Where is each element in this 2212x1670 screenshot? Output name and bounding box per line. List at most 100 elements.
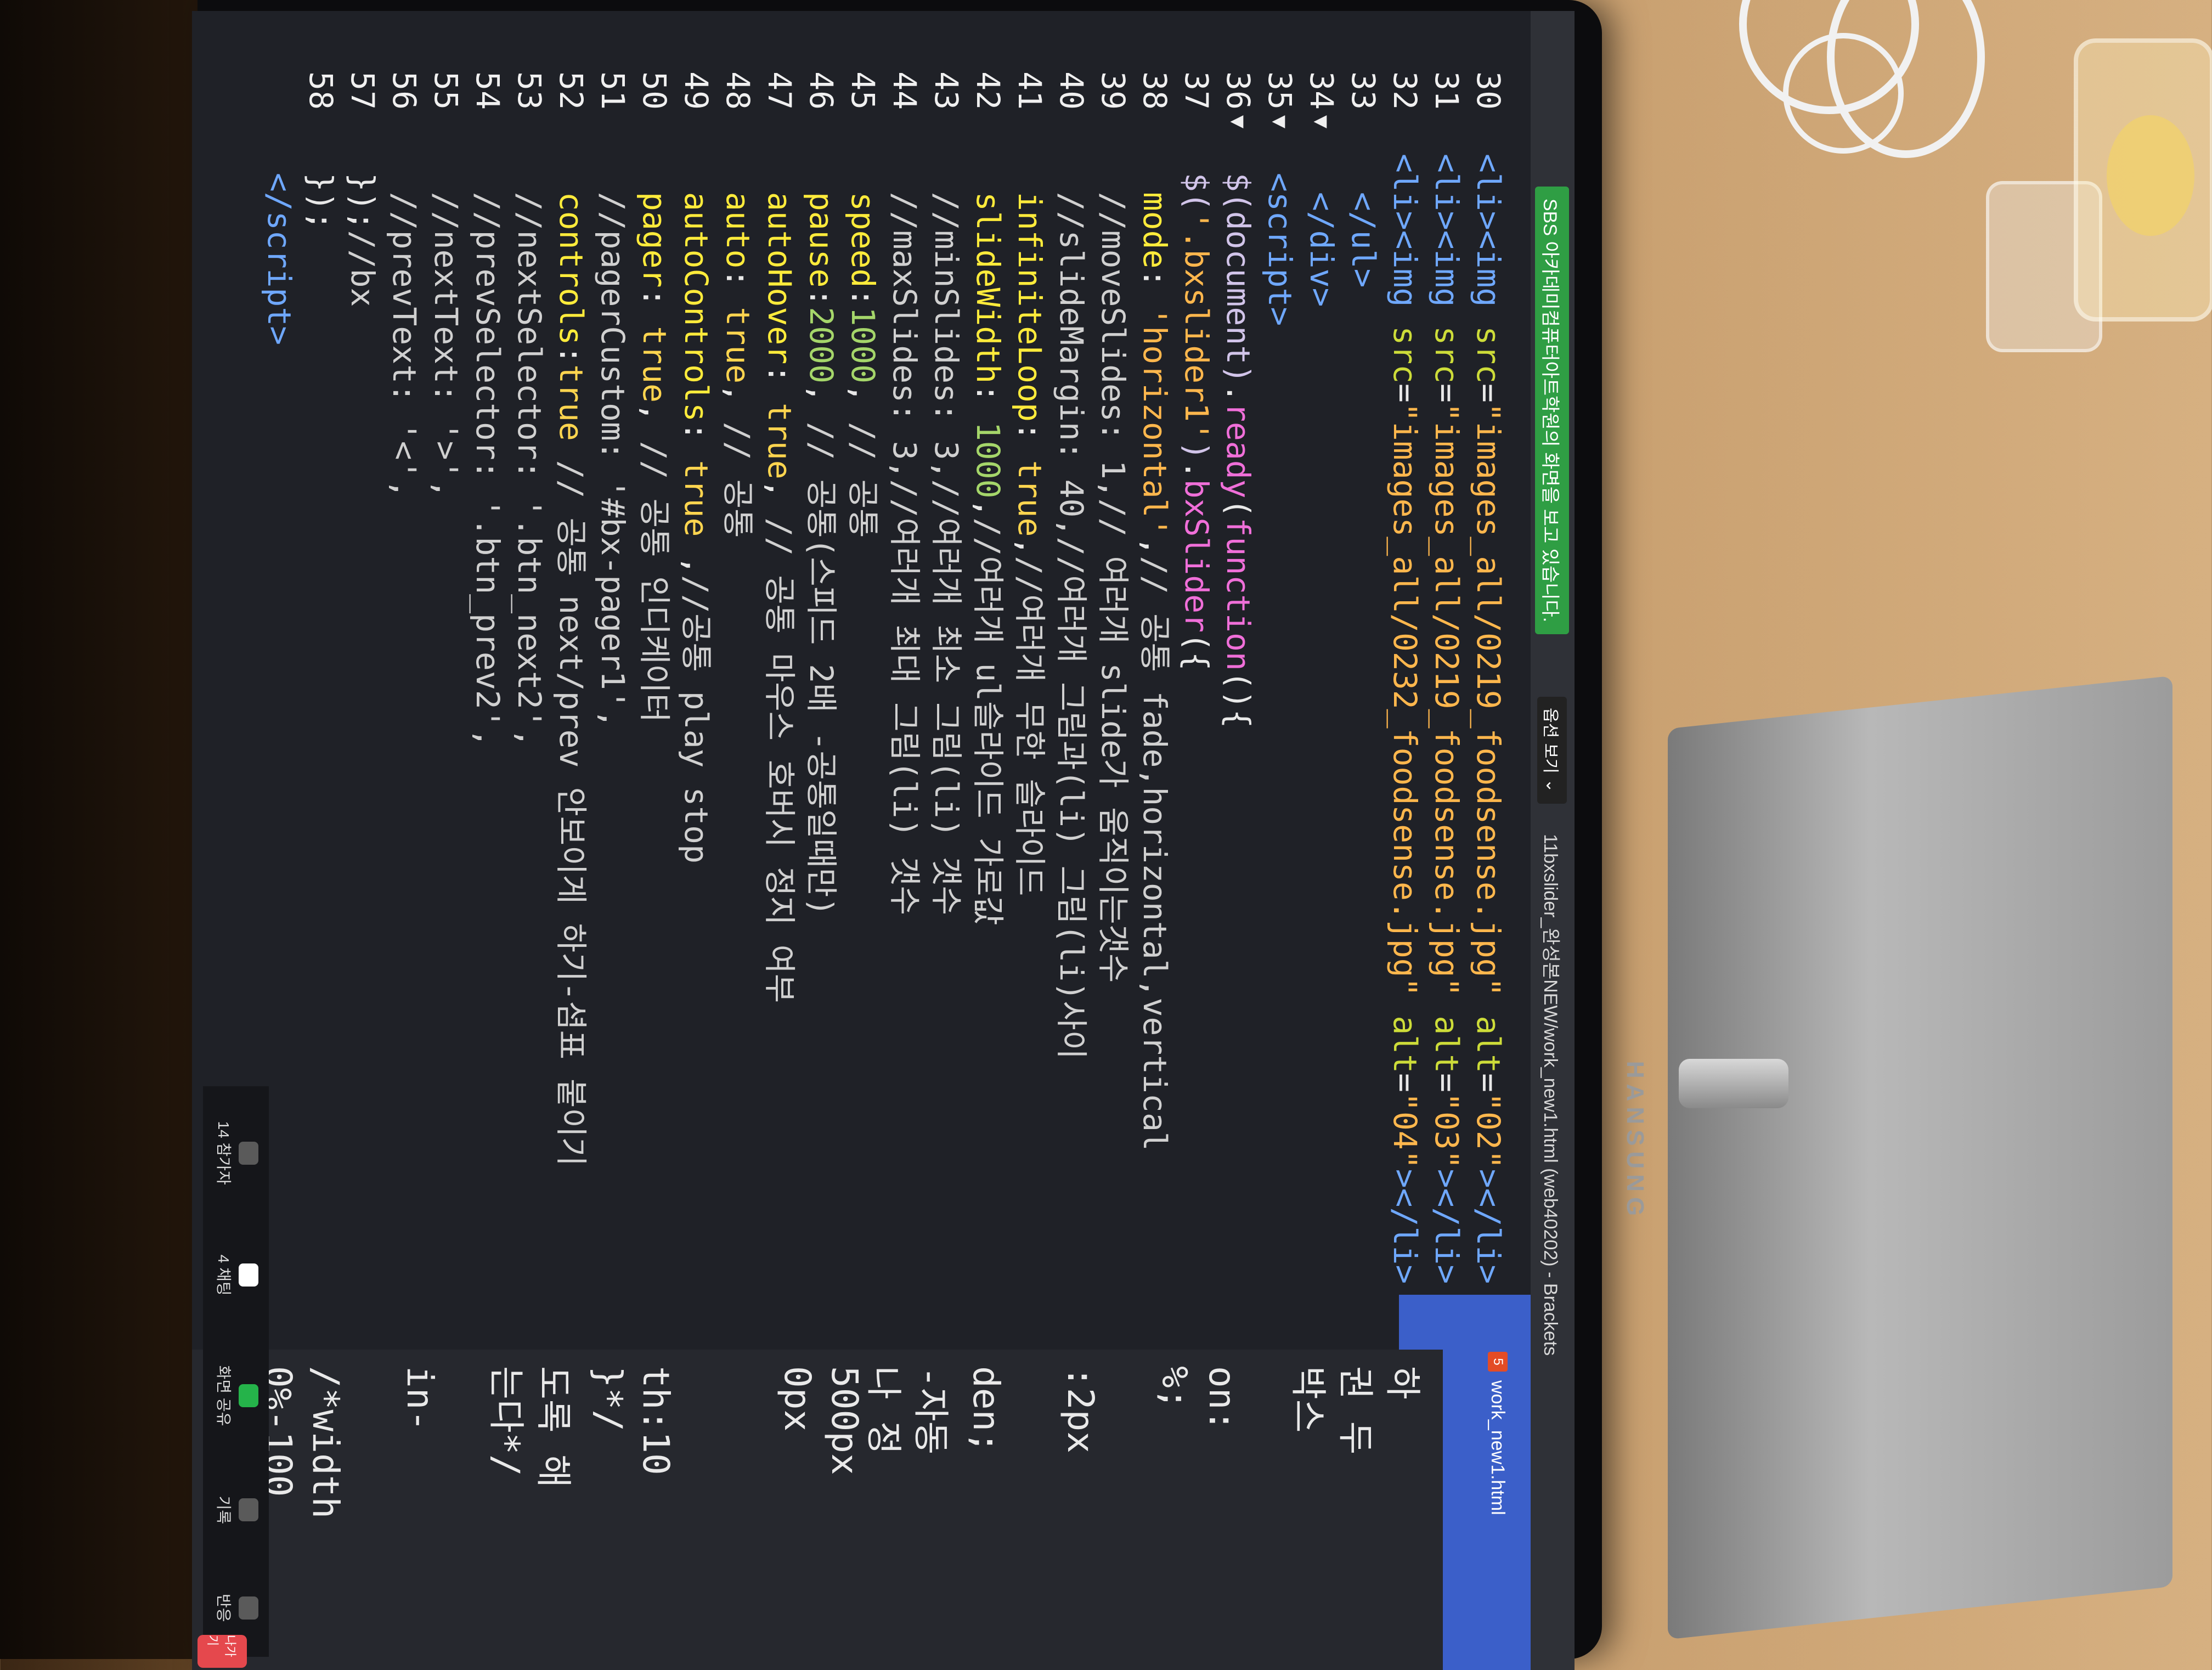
code-text: //pagerCustom: '#bx-pager1', (594, 191, 631, 729)
line-number: 52 (552, 71, 590, 110)
line-number: 45 (844, 71, 882, 110)
code-text: //slideMargin: 40,//여러개 그림과(li) 그림(li)사이 (1053, 191, 1090, 1060)
tape-dispensers (1986, 16, 2212, 411)
fold-arrow-icon[interactable]: ▼ (1218, 115, 1259, 128)
code-line[interactable]: 54 //prevSelector: '.btn_prev2', (467, 11, 508, 1350)
code-line[interactable]: 56 //prevText: '<', (384, 11, 425, 1350)
code-line[interactable]: 46 pause:2000, // 공통(스피드 2배 -공통일때만) (801, 11, 842, 1350)
screen: 11bxslider_완성본NEW/work_new1.html (web402… (192, 11, 1575, 1670)
fold-arrow-icon[interactable]: ▼ (1301, 115, 1342, 128)
code-text: mode: 'horizontal',// 공통 fade,horizontal… (1136, 191, 1173, 1151)
line-number: 44 (886, 71, 923, 110)
code-line[interactable]: 57 });//bx (342, 11, 383, 1350)
code-line[interactable]: 38 mode: 'horizontal',// 공통 fade,horizon… (1135, 11, 1175, 1350)
code-text: //minSlides: 3,//여러개 최소 그림(li) 갯수 (928, 191, 965, 916)
line-number: 43 (928, 71, 965, 110)
line-number: 54 (469, 71, 506, 110)
code-text: </ul> (1345, 191, 1382, 288)
partial-code-text: -자동 (910, 1366, 952, 1455)
share-screen-icon (239, 1384, 258, 1408)
code-line[interactable]: 43 //minSlides: 3,//여러개 최소 그림(li) 갯수 (926, 11, 967, 1350)
code-text: <li><img src="images_all/0219_foodsense.… (1470, 154, 1507, 1284)
code-line[interactable]: 55 //nextText: '>', (426, 11, 466, 1350)
line-number: 49 (678, 71, 715, 110)
line-number: 58 (302, 71, 340, 110)
code-line[interactable]: 35 ▼ <script> (1260, 11, 1300, 1350)
share-screen-button[interactable]: 화면 공유 (213, 1366, 258, 1426)
code-line[interactable]: 51 //pagerCustom: '#bx-pager1', (592, 11, 633, 1350)
code-line[interactable]: 42 slideWidth: 1000,//여러개 ul슬라이드 가로값 (968, 11, 1008, 1350)
record-button[interactable]: 기록 (213, 1496, 258, 1524)
line-number: 57 (344, 71, 381, 110)
line-number: 35 (1261, 71, 1299, 110)
code-line[interactable]: 48 auto: true, // 공통 (718, 11, 758, 1350)
partial-code-text: 500px (823, 1366, 866, 1475)
code-text: slideWidth: 1000,//여러개 ul슬라이드 가로값 (969, 191, 1007, 926)
chat-icon (239, 1263, 258, 1287)
code-line[interactable]: 32 <li><img src="images_all/0232_foodsens… (1385, 11, 1425, 1350)
code-text: $('.bxslider1').bxSlider({ (1178, 172, 1215, 671)
line-number: 41 (1011, 71, 1048, 110)
code-line[interactable]: 50 pager: true, // 공통 인디케이터 (634, 11, 675, 1350)
code-text: pager: true, // 공통 인디케이터 (636, 191, 673, 723)
line-number: 33 (1345, 71, 1382, 110)
partial-code-text: /*width (304, 1366, 347, 1519)
code-line[interactable]: 36 ▼ $(document).ready(function(){ (1218, 11, 1259, 1350)
code-line[interactable]: 49 autoControls: true ,//공통 play stop (676, 11, 716, 1350)
chat-badge: 4 (215, 1254, 232, 1263)
line-number: 55 (427, 71, 465, 110)
participants-button[interactable]: 14 참가자 (213, 1121, 258, 1185)
code-line[interactable]: 30 <li><img src="images_all/0219_foodsens… (1468, 11, 1509, 1350)
zoom-meeting-toolbar: 14 참가자 4 채팅 화면 공유 기록 반응 (203, 1086, 269, 1657)
code-line[interactable]: 40 //slideMargin: 40,//여러개 그림과(li) 그림(li… (1051, 11, 1092, 1350)
code-text: //moveSlides: 1,// 여러개 slide가 움직이는갯수 (1094, 191, 1132, 983)
code-text: infiniteLoop: true,//여러개 무한 슬라이드 (1011, 191, 1048, 896)
code-text: autoControls: true ,//공통 play stop (678, 191, 715, 864)
code-line[interactable]: 39 //moveSlides: 1,// 여러개 slide가 움직이는갯수 (1093, 11, 1133, 1350)
code-line[interactable]: 44 //maxSlides: 3,//여러개 최대 그림(li) 갯수 (884, 11, 925, 1350)
code-text: </script> (261, 172, 298, 346)
line-number: 34 (1303, 71, 1340, 110)
code-line[interactable]: 33 </ul> (1343, 11, 1384, 1350)
code-line[interactable]: 45 speed:1000, // 공통 (843, 11, 883, 1350)
white-cables (1717, 0, 2013, 198)
view-options-button[interactable]: 옵션 보기 ⌄ (1537, 697, 1567, 804)
code-text: }); (302, 154, 340, 230)
code-text: //nextText: '>', (427, 191, 465, 499)
partial-code-text: on: (1201, 1366, 1243, 1432)
file-tab-work-new1[interactable]: 5 work_new1.html (1481, 1339, 1514, 1528)
code-line[interactable]: 41 infiniteLoop: true,//여러개 무한 슬라이드 (1009, 11, 1050, 1350)
line-number: 31 (1428, 71, 1465, 110)
line-number: 40 (1053, 71, 1090, 110)
code-text: $(document).ready(function(){ (1220, 172, 1257, 729)
partial-code-text: 하 (1381, 1366, 1424, 1400)
code-editor[interactable]: 30 <li><img src="images_all/0219_foodsens… (192, 11, 1531, 1350)
code-line[interactable]: 58 }); (301, 11, 341, 1350)
line-number: 37 (1178, 71, 1215, 110)
code-line[interactable]: 31 <li><img src="images_all/0219_foodsens… (1426, 11, 1467, 1350)
leave-meeting-button[interactable]: 나가기 (198, 1635, 247, 1668)
line-number: 32 (1386, 71, 1424, 110)
line-number: 53 (511, 71, 548, 110)
partial-code-text: 박스 (1287, 1366, 1329, 1433)
chat-button[interactable]: 4 채팅 (213, 1255, 258, 1296)
partial-code-text: 0px (776, 1366, 819, 1432)
secondary-editor-pane: 하권 두 박스 on:%;:2px den; -자동 나 정 500px 0px th:10}*… (192, 1350, 1443, 1670)
code-line[interactable]: 37 $('.bxslider1').bxSlider({ (1176, 11, 1217, 1350)
monitor-stand (1668, 675, 2172, 1640)
reactions-button[interactable]: 반응 (213, 1594, 258, 1622)
code-line[interactable]: 34 ▼ </div> (1301, 11, 1342, 1350)
code-line[interactable]: 47 autoHover: true, // 공통 마우스 호버시 정지 여부 (759, 11, 800, 1350)
fold-arrow-icon[interactable]: ▼ (1260, 115, 1300, 128)
code-text: speed:1000, // 공통 (844, 191, 882, 538)
html5-file-icon: 5 (1488, 1352, 1508, 1372)
code-text: //nextSelector: '.btn_next2', (511, 191, 548, 748)
code-line[interactable]: 52 controls:true // 공통 next/prev 안보이게 하기… (551, 11, 591, 1350)
monitor-stand-post (1679, 1059, 1788, 1108)
code-text: </div> (1303, 191, 1340, 307)
partial-code-text: 나 정 (862, 1366, 905, 1455)
code-text: });//bx (344, 154, 381, 307)
code-line[interactable]: 53 //nextSelector: '.btn_next2', (509, 11, 550, 1350)
monitor-brand-logo: HANSUNG (1622, 1060, 1649, 1222)
partial-code-text: %; (1154, 1366, 1196, 1410)
